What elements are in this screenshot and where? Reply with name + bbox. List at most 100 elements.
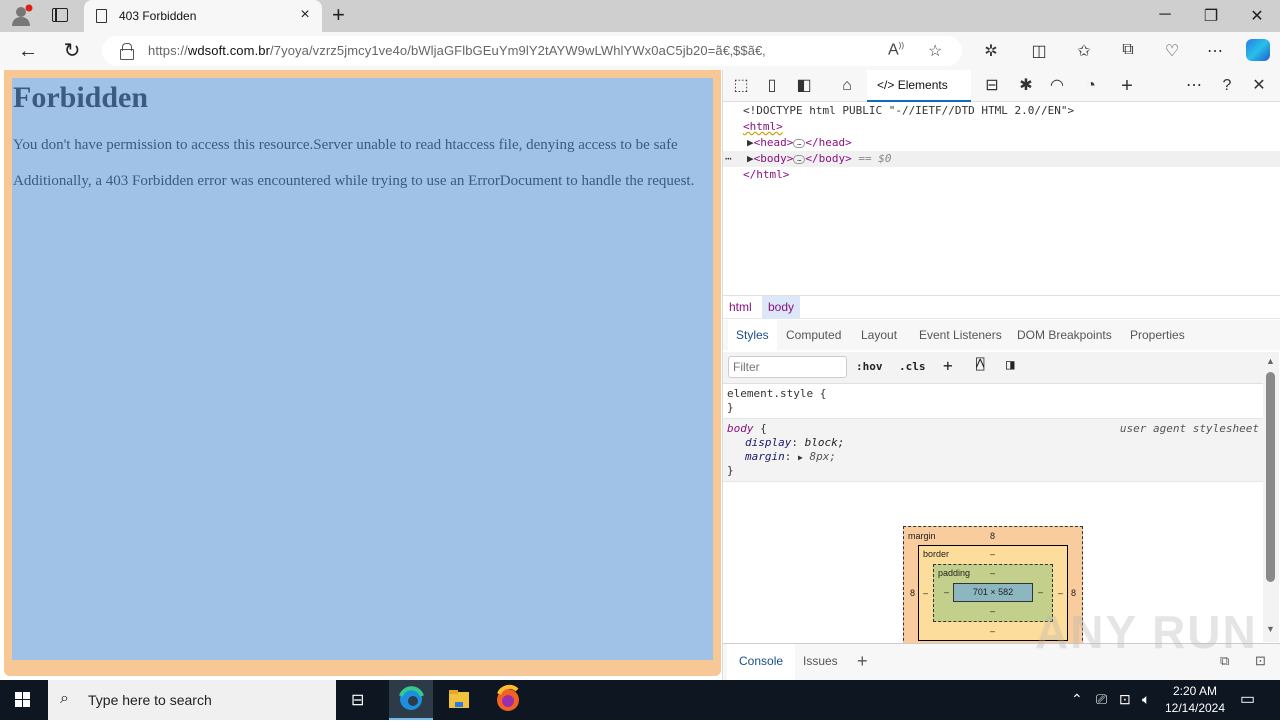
dom-tree: <!DOCTYPE html PUBLIC "-//IETF//DTD HTML… [723,103,1280,183]
dom-body-node[interactable]: ⋯ ▶<body>… </body> == $0 [723,151,1280,167]
dom-html-close[interactable]: </html> [723,167,1280,183]
url-text[interactable]: https://wdsoft.com.br/7yoya/vzrz5jmcy1ve… [148,43,765,58]
inspect-element-icon[interactable]: ⬚ [730,76,752,96]
hover-state-button[interactable]: :hov [856,360,883,373]
scroll-down-arrow[interactable]: ▼ [1266,624,1275,634]
url-path: /7yoya/vzrz5jmcy1ve4o/bWljaGFlbGEuYm9lY2… [270,43,766,58]
element-style-rule[interactable]: element.style { } [723,384,1263,419]
dom-head-node[interactable]: ▶<head>… </head> [723,135,1280,151]
tab-elements[interactable]: </> Elements [867,70,971,102]
page-heading: Forbidden [13,81,149,114]
selected-marker: == $0 [858,152,892,165]
tab-dom-breakpoints[interactable]: DOM Breakpoints [1009,320,1120,350]
style-property[interactable]: margin: ▶ 8px; [727,450,1259,464]
padding-label: padding [938,568,971,578]
devtools-toolbar: ⬚ ▯ ◧ ⌂ </> Elements ⊟ ✱ ◠ ◔ + ⋯ ? ✕ [723,70,1280,102]
breadcrumb-body[interactable]: body [762,296,801,319]
tab-actions-icon[interactable] [52,8,68,22]
browser-tab[interactable]: 403 Forbidden × [84,0,322,32]
rule-selector: body [727,422,754,435]
tab-event-listeners[interactable]: Event Listeners [911,320,1010,350]
welcome-home-icon[interactable]: ⌂ [836,76,858,96]
styles-scrollbar[interactable]: ▲ ▼ [1263,352,1279,642]
clock-date: 12/14/2024 [1164,701,1226,715]
customize-menu-icon[interactable]: ⋯ [1183,76,1205,96]
file-explorer-icon[interactable] [437,680,481,720]
new-tab-button[interactable]: + [332,4,345,26]
browser-essentials-icon[interactable]: ♡ [1161,41,1183,61]
read-aloud-icon[interactable]: A)) [888,41,904,59]
property-value: block; [804,436,845,449]
tab-styles[interactable]: Styles [728,320,777,350]
meet-now-icon[interactable]: ⎚ [1096,691,1107,708]
toggle-sidebar-icon[interactable]: ◨ [1006,357,1014,373]
drawer-tab-console[interactable]: Console [727,644,796,680]
breadcrumb-html[interactable]: html [723,296,758,319]
help-icon[interactable]: ? [1216,76,1238,96]
performance-icon[interactable]: ◔ [1080,76,1102,96]
page-body: Forbidden You don't have permission to a… [12,78,713,660]
body-style-rule[interactable]: body { user agent stylesheet display: bl… [723,419,1263,482]
refresh-button[interactable]: ↻ [60,40,84,62]
new-style-rule-icon[interactable]: + [943,356,953,375]
firefox-icon[interactable] [486,680,530,720]
error-details: Additionally, a 403 Forbidden error was … [13,173,695,189]
border-right-value: – [1058,588,1064,598]
search-icon: ⌕ [60,690,69,707]
more-options-icon[interactable]: ⋯ [1204,41,1226,61]
tab-layout[interactable]: Layout [853,320,905,350]
style-property[interactable]: display: block; [727,436,1259,450]
show-hidden-icons[interactable]: ⌃ [1071,691,1083,708]
dom-doctype[interactable]: <!DOCTYPE html PUBLIC "-//IETF//DTD HTML… [723,103,1280,119]
dom-html-node[interactable]: <html> [723,119,1280,135]
paint-brush-icon[interactable]: ⍓ [976,357,984,373]
expand-triangle-icon[interactable]: ▶ [798,453,803,462]
margin-label: margin [908,531,936,541]
restore-button[interactable]: ❐ [1196,6,1226,26]
taskbar-clock[interactable]: 2:20 AM 12/14/2024 [1160,683,1230,717]
debugger-bug-icon[interactable]: ✱ [1015,76,1037,96]
taskbar-search-box[interactable]: ⌕ Type here to search [48,680,336,720]
scroll-up-arrow[interactable]: ▲ [1266,356,1275,366]
collections-icon[interactable]: ⧉ [1117,41,1139,59]
favorite-star-icon[interactable]: ☆ [928,41,942,61]
tab-properties[interactable]: Properties [1122,320,1193,350]
copilot-icon[interactable] [1246,39,1270,61]
drawer-tab-issues[interactable]: Issues [791,644,850,680]
expand-dots[interactable]: … [793,138,806,148]
address-bar[interactable]: https://wdsoft.com.br/7yoya/vzrz5jmcy1ve… [102,36,962,66]
favorites-icon[interactable]: ✩ [1073,41,1095,61]
add-drawer-tab-icon[interactable]: + [845,644,880,680]
border-top-value: – [990,549,996,559]
windows-start-icon[interactable] [15,692,31,708]
html-close-tag: </html> [743,168,790,181]
notifications-icon[interactable]: ▭ [1240,689,1255,709]
console-icon[interactable]: ⊟ [981,76,1003,96]
expand-dots[interactable]: … [793,154,806,164]
split-screen-icon[interactable]: ◫ [1028,41,1050,61]
lock-icon[interactable] [120,43,134,60]
more-tools-plus-icon[interactable]: + [1116,76,1138,96]
edge-taskbar-icon[interactable] [389,680,433,720]
network-wifi-icon[interactable]: ◠ [1046,76,1068,96]
styles-filter-input[interactable] [728,356,847,378]
styles-subtabs: Styles Computed Layout Event Listeners D… [723,320,1280,350]
device-emulation-icon[interactable]: ▯ [761,76,783,96]
close-tab-icon[interactable]: × [296,6,314,24]
profile-icon[interactable] [10,4,34,28]
close-devtools-icon[interactable]: ✕ [1248,76,1270,96]
dock-side-icon[interactable]: ◧ [793,76,815,96]
node-actions-icon[interactable]: ⋯ [725,151,732,167]
network-icon[interactable]: ⊡ [1119,691,1131,708]
devtools-panel: ⬚ ▯ ◧ ⌂ </> Elements ⊟ ✱ ◠ ◔ + ⋯ ? ✕ <!D… [722,70,1280,680]
task-view-icon[interactable]: ⊟ [338,680,382,720]
volume-icon[interactable]: 🔈︎ [1142,691,1150,708]
tab-computed[interactable]: Computed [778,320,849,350]
minimize-button[interactable]: ─ [1150,6,1180,24]
close-window-button[interactable]: ✕ [1242,6,1272,26]
class-toggle-button[interactable]: .cls [899,360,926,373]
box-model-content[interactable]: 701 × 582 [953,583,1033,602]
back-button[interactable]: ← [16,40,40,62]
extensions-icon[interactable]: ✲ [980,41,1002,61]
scrollbar-thumb[interactable] [1266,372,1275,582]
